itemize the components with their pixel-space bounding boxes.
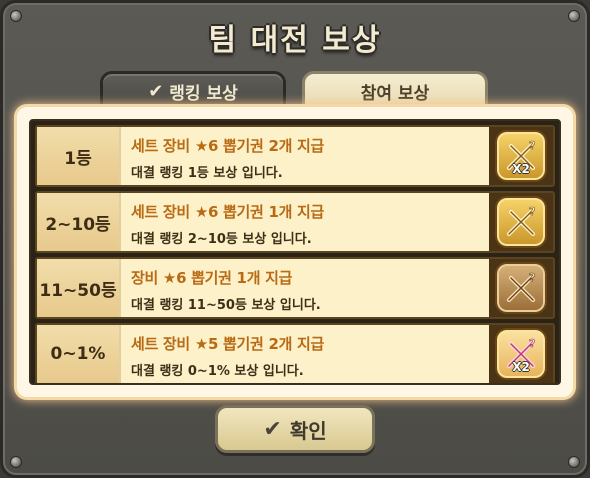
svg-text:?: ? (529, 271, 535, 284)
reward-title: 세트 장비 ★6 뽑기권 2개 지급 (131, 137, 325, 155)
rank-label: 0~1% (37, 325, 121, 383)
reward-description: 대결 랭킹 2~10등 보상 입니다. (131, 232, 312, 247)
screw-icon (568, 456, 580, 468)
reward-description: 대결 랭킹 1등 보상 입니다. (131, 166, 283, 181)
reward-row: 1등 세트 장비 ★6 뽑기권 2개 지급 대결 랭킹 1등 보상 입니다. ?… (35, 125, 555, 187)
tab-ranking-rewards[interactable]: ✔ 랭킹 보상 (100, 71, 286, 111)
rank-label: 2~10등 (37, 193, 121, 251)
rank-label: 11~50등 (37, 259, 121, 317)
pink-sword-coupon-icon[interactable]: ? X2 (495, 328, 547, 380)
screw-icon (10, 456, 22, 468)
bronze-sword-coupon-icon[interactable]: ? (495, 262, 547, 314)
reward-row: 2~10등 세트 장비 ★6 뽑기권 1개 지급 대결 랭킹 2~10등 보상 … (35, 191, 555, 253)
gold-sword-coupon-icon[interactable]: ? (495, 196, 547, 248)
svg-text:?: ? (529, 205, 535, 218)
reward-list[interactable]: 1등 세트 장비 ★6 뽑기권 2개 지급 대결 랭킹 1등 보상 입니다. ?… (29, 119, 561, 385)
rank-label: 1등 (37, 127, 121, 185)
quantity-badge: X2 (512, 360, 530, 374)
confirm-button[interactable]: ✔ 확인 (215, 405, 375, 453)
tab-participation-rewards[interactable]: 참여 보상 (302, 71, 488, 111)
reward-description: 대결 랭킹 11~50등 보상 입니다. (131, 298, 321, 313)
tab-label: 랭킹 보상 (169, 83, 238, 104)
reward-list-panel: 1등 세트 장비 ★6 뽑기권 2개 지급 대결 랭킹 1등 보상 입니다. ?… (17, 107, 573, 397)
reward-row: 11~50등 장비 ★6 뽑기권 1개 지급 대결 랭킹 11~50등 보상 입… (35, 257, 555, 319)
reward-description: 대결 랭킹 0~1% 보상 입니다. (131, 364, 304, 379)
check-icon: ✔ (263, 416, 282, 442)
svg-text:?: ? (529, 337, 535, 350)
reward-title: 장비 ★6 뽑기권 1개 지급 (131, 269, 293, 287)
gold-sword-coupon-icon[interactable]: ? X2 (495, 130, 547, 182)
reward-title: 세트 장비 ★5 뽑기권 2개 지급 (131, 335, 325, 353)
dialog-title: 팀 대전 보상 (208, 23, 382, 58)
confirm-label: 확인 (289, 418, 327, 443)
quantity-badge: X2 (512, 162, 530, 176)
svg-text:?: ? (529, 139, 535, 152)
reward-row: 0~1% 세트 장비 ★5 뽑기권 2개 지급 대결 랭킹 0~1% 보상 입니… (35, 323, 555, 383)
tab-label: 참여 보상 (360, 83, 430, 104)
check-icon: ✔ (148, 80, 164, 102)
reward-title: 세트 장비 ★6 뽑기권 1개 지급 (131, 203, 325, 221)
